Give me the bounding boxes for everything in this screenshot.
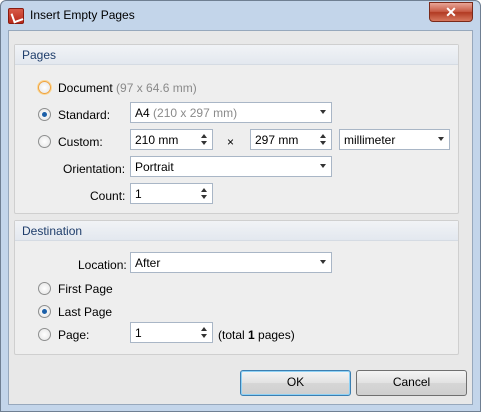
custom-width-value: 210 mm (135, 133, 179, 147)
document-radio[interactable] (38, 81, 51, 94)
standard-label: Standard: (58, 108, 111, 122)
standard-size-dimensions: (210 x 297 mm) (153, 106, 238, 120)
total-prefix: (total (218, 328, 249, 342)
unit-select[interactable]: millimeter (339, 129, 450, 150)
orientation-label: Orientation: (63, 162, 126, 176)
page-label: Page: (58, 328, 90, 342)
pages-group-header: Pages (15, 45, 458, 65)
app-logo-icon (8, 8, 24, 24)
page-value: 1 (135, 326, 142, 340)
total-suffix: pages) (254, 328, 295, 342)
location-value: After (135, 256, 161, 270)
spin-arrows-icon[interactable] (199, 324, 210, 341)
standard-size-value: A4 (135, 106, 150, 120)
chevron-down-icon (320, 260, 326, 264)
destination-group: Destination Location: After First Page L… (14, 220, 459, 355)
window-title: Insert Empty Pages (30, 8, 135, 22)
cancel-button[interactable]: Cancel (356, 370, 467, 396)
last-page-radio[interactable] (38, 305, 51, 318)
orientation-select[interactable]: Portrait (130, 156, 332, 177)
standard-size-select[interactable]: A4 (210 x 297 mm) (130, 102, 332, 123)
spin-arrows-icon[interactable] (199, 185, 210, 202)
ok-button[interactable]: OK (240, 370, 351, 396)
pages-group: Pages Document (97 x 64.6 mm) Standard: … (14, 44, 459, 214)
spin-arrows-icon[interactable] (199, 131, 210, 148)
document-label-text: Document (58, 81, 113, 95)
count-value: 1 (135, 187, 142, 201)
chevron-down-icon (320, 164, 326, 168)
custom-radio[interactable] (38, 135, 51, 148)
total-count: 1 (248, 328, 255, 342)
location-select[interactable]: After (130, 252, 332, 273)
destination-group-header: Destination (15, 221, 458, 241)
custom-label: Custom: (58, 135, 103, 149)
page-stepper[interactable]: 1 (130, 322, 213, 343)
chevron-down-icon (320, 110, 326, 114)
close-button[interactable]: ✕ (429, 2, 473, 22)
document-size-info: (97 x 64.6 mm) (116, 81, 197, 95)
location-label: Location: (78, 258, 127, 272)
orientation-value: Portrait (135, 160, 174, 174)
unit-value: millimeter (344, 133, 396, 147)
last-page-label: Last Page (58, 305, 113, 319)
chevron-down-icon (438, 137, 444, 141)
times-sign: × (227, 135, 235, 149)
title-bar[interactable]: Insert Empty Pages ✕ (1, 1, 480, 30)
count-stepper[interactable]: 1 (130, 183, 213, 204)
custom-height-stepper[interactable]: 297 mm (250, 129, 332, 150)
count-label: Count: (90, 189, 126, 203)
standard-radio[interactable] (38, 108, 51, 121)
page-radio[interactable] (38, 328, 51, 341)
total-pages-info: (total 1 pages) (218, 328, 295, 342)
document-label: Document (97 x 64.6 mm) (58, 81, 197, 95)
spin-arrows-icon[interactable] (318, 131, 329, 148)
first-page-label: First Page (58, 282, 113, 296)
dialog-window: Insert Empty Pages ✕ Pages Document (97 … (0, 0, 481, 412)
custom-width-stepper[interactable]: 210 mm (130, 129, 213, 150)
dialog-body: Pages Document (97 x 64.6 mm) Standard: … (8, 30, 473, 405)
custom-height-value: 297 mm (255, 133, 299, 147)
first-page-radio[interactable] (38, 282, 51, 295)
